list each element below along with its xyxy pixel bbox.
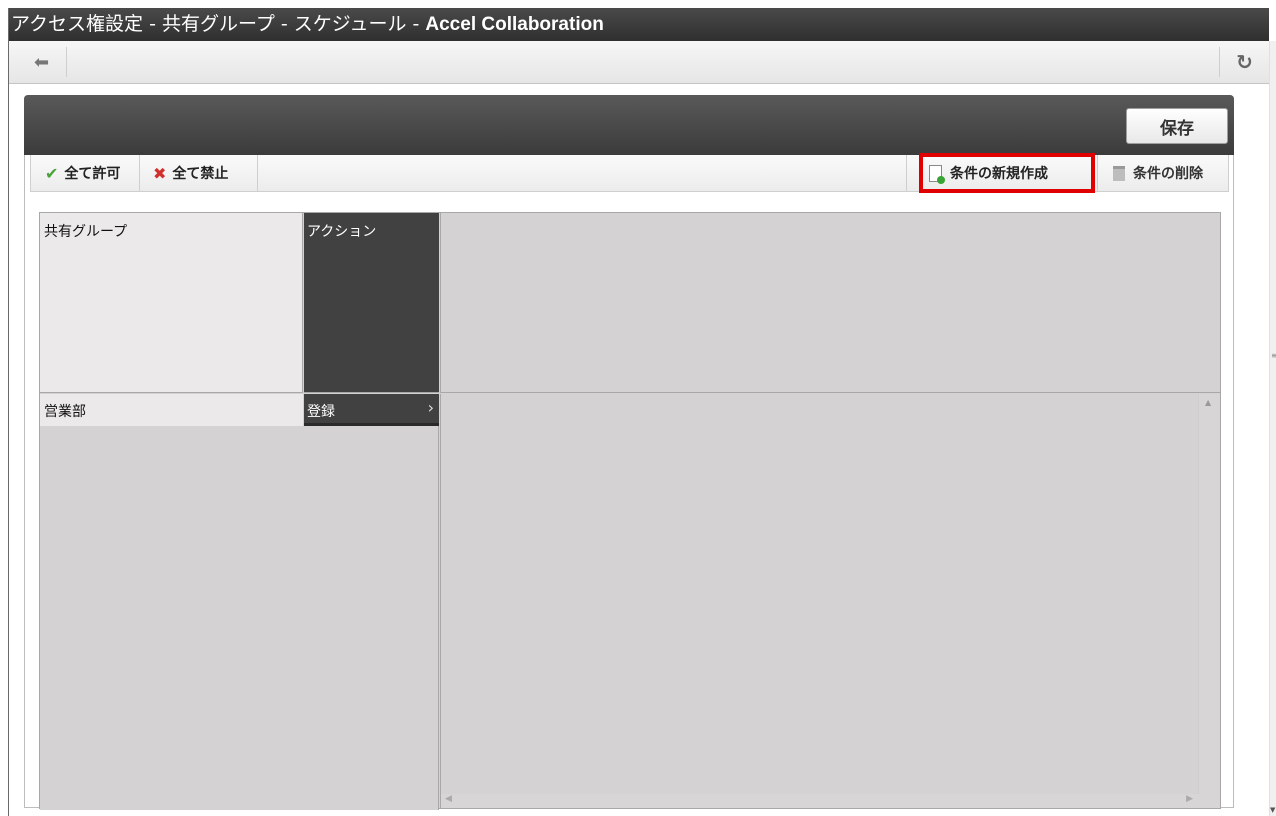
arrow-left-icon: ⬅	[33, 51, 50, 73]
window-title: アクセス権設定 - 共有グループ - スケジュール -	[11, 13, 426, 35]
window-titlebar: アクセス権設定 - 共有グループ - スケジュール - Accel Collab…	[9, 8, 1269, 41]
row-action-label: 登録	[307, 404, 335, 420]
allow-all-label: 全て許可	[64, 166, 121, 182]
delete-condition-label: 条件の削除	[1133, 166, 1203, 182]
delete-condition-button[interactable]: 条件の削除	[1103, 155, 1213, 191]
check-icon: ✔	[45, 163, 59, 183]
new-document-icon	[929, 164, 945, 184]
panel-header: 保存	[24, 95, 1234, 155]
condition-header-area	[440, 213, 1220, 393]
navigation-bar: ⬅ ↻	[9, 41, 1269, 84]
scroll-up-icon: ▲	[1205, 398, 1212, 407]
column-header-action: アクション	[304, 213, 439, 393]
scroll-grip-icon: ≡	[1271, 351, 1276, 360]
toolbar: ✔ 全て許可 ✖ 全て禁止 条件の新規作成 条件の削除	[30, 153, 1229, 193]
new-condition-button[interactable]: 条件の新規作成	[919, 155, 1058, 191]
allow-all-button[interactable]: ✔ 全て許可	[35, 155, 130, 191]
permission-grid: 共有グループ アクション 営業部 登録 › ▲ ◀ ▶	[39, 212, 1221, 810]
toolbar-divider	[139, 155, 140, 191]
scroll-left-icon: ◀	[445, 794, 452, 804]
scroll-right-icon: ▶	[1186, 794, 1193, 804]
new-condition-label: 条件の新規作成	[950, 166, 1048, 182]
condition-body-area: ▲ ◀ ▶	[440, 394, 1220, 808]
reload-button[interactable]: ↻	[1219, 47, 1269, 77]
cross-icon: ✖	[153, 163, 167, 183]
toolbar-divider	[906, 155, 907, 191]
chevron-right-icon: ›	[427, 398, 434, 417]
reload-icon: ↻	[1236, 50, 1253, 74]
trash-icon	[1113, 165, 1125, 181]
access-settings-panel: 保存 ✔ 全て許可 ✖ 全て禁止 条件の新規作成 条件の削除 共有グループ アク…	[24, 95, 1234, 810]
dialog-window: アクセス権設定 - 共有グループ - スケジュール - Accel Collab…	[8, 8, 1276, 816]
row-action-cell[interactable]: 登録 ›	[304, 394, 439, 426]
save-button[interactable]: 保存	[1126, 108, 1228, 144]
deny-all-label: 全て禁止	[172, 166, 229, 182]
scroll-down-icon: ▼	[1270, 806, 1276, 814]
deny-all-button[interactable]: ✖ 全て禁止	[143, 155, 238, 191]
back-button[interactable]: ⬅	[17, 47, 67, 77]
toolbar-divider	[1097, 155, 1098, 191]
horizontal-scrollbar[interactable]: ◀ ▶	[441, 794, 1199, 808]
column-header-group: 共有グループ	[40, 213, 303, 393]
window-scrollbar[interactable]: ≡ ▼	[1269, 41, 1276, 816]
group-list-area	[40, 426, 439, 810]
window-title-app: Accel Collaboration	[425, 14, 604, 35]
row-group-cell[interactable]: 営業部	[40, 394, 303, 426]
toolbar-divider	[257, 155, 258, 191]
vertical-scrollbar[interactable]: ▲	[1198, 394, 1220, 808]
